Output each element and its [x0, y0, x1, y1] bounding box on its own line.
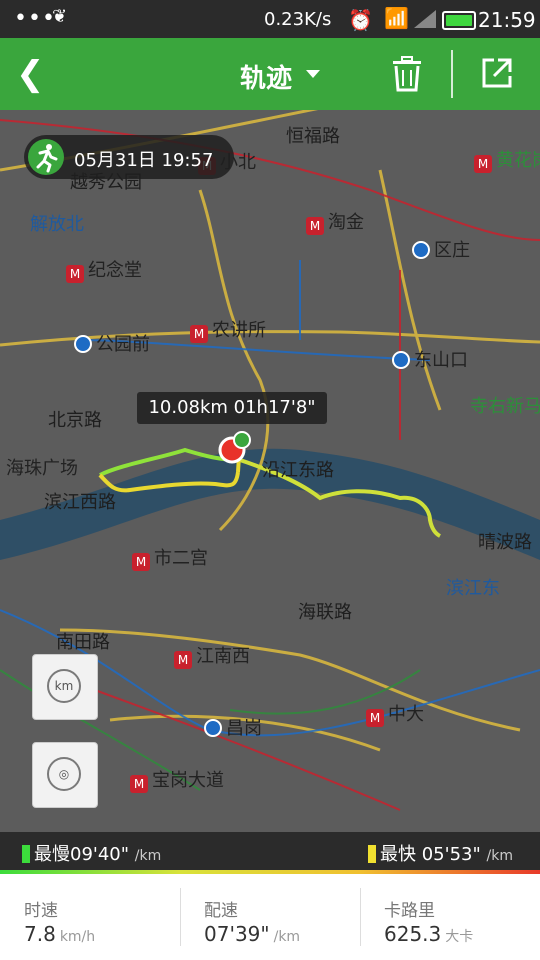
route-summary: 10.08km 01h17'8"	[137, 392, 327, 424]
map-label: 区庄	[412, 236, 470, 262]
more-dots-icon: •••	[14, 6, 56, 31]
map-label: 海珠广场	[6, 458, 78, 479]
stat-pace: 配速 07'39"/km	[204, 901, 301, 946]
map-label: M 淘金	[306, 208, 364, 235]
app-bar: ❮ 轨迹	[0, 38, 540, 110]
stats-panel: 时速 7.8 km/h 配速 07'39"/km 卡路里 625.3 大卡	[0, 874, 540, 960]
map-label: 滨江东	[446, 578, 500, 599]
map-label: 恒福路	[286, 126, 340, 147]
map-label: M黄花岗	[474, 146, 540, 173]
start-marker-icon	[233, 431, 251, 449]
map-label: M 中大	[366, 700, 424, 727]
map-label: 晴波路	[478, 532, 532, 553]
map-label: 东山口	[392, 346, 468, 372]
trash-icon[interactable]	[390, 56, 424, 92]
map-label: 北京路	[48, 410, 102, 431]
wifi-icon: 📶	[384, 6, 409, 30]
share-icon[interactable]	[480, 56, 514, 90]
stat-speed: 时速 7.8 km/h	[24, 901, 96, 946]
slow-color-swatch	[22, 845, 30, 863]
workout-date: 05月31日 19:57	[74, 150, 214, 171]
fastest-pace: 最快 05'53" /km	[368, 840, 513, 866]
map-label: 解放北	[30, 214, 84, 235]
clock: 21:59	[478, 8, 536, 32]
app-notification-icon: ❦	[52, 6, 68, 27]
network-speed: 0.23K/s	[264, 9, 332, 30]
running-icon	[28, 139, 64, 175]
pace-legend: 最慢09'40" /km 最快 05'53" /km	[0, 832, 540, 870]
battery-icon	[442, 11, 476, 30]
crosshair-icon: ◎	[47, 757, 81, 791]
map-label: 沿江东路	[262, 460, 334, 481]
slowest-pace: 最慢09'40" /km	[22, 840, 161, 866]
map-label: 昌岗	[204, 714, 262, 740]
date-pill: 05月31日 19:57	[24, 135, 234, 179]
map-label: M 农讲所	[190, 316, 266, 343]
map-label: 滨江西路	[44, 492, 116, 513]
map-label: M 市二宫	[132, 544, 208, 571]
chevron-down-icon[interactable]	[306, 70, 320, 78]
divider	[451, 50, 453, 98]
map-view[interactable]: 恒福路 M小北 M淘金 区庄 M纪念堂 公园前 M农讲所 东山口 北京路 海珠广…	[0, 110, 540, 832]
km-icon: km	[47, 669, 81, 703]
map-label: M 江南西	[174, 642, 250, 669]
status-bar: ••• ❦ 0.23K/s ⏰ 📶 21:59	[0, 0, 540, 38]
alarm-icon: ⏰	[348, 8, 373, 32]
map-label: M 纪念堂	[66, 256, 142, 283]
fast-color-swatch	[368, 845, 376, 863]
map-label: M 宝岗大道	[130, 766, 224, 793]
map-label: 公园前	[74, 330, 150, 356]
map-label: 寺右新马	[470, 396, 540, 417]
map-label: 海联路	[298, 602, 352, 623]
locate-button[interactable]: ◎	[32, 742, 98, 808]
stat-calories: 卡路里 625.3 大卡	[384, 901, 474, 946]
page-title[interactable]: 轨迹	[240, 58, 292, 95]
signal-icon	[414, 10, 436, 28]
map-label: 南田路	[56, 632, 110, 653]
distance-markers-button[interactable]: km	[32, 654, 98, 720]
back-icon[interactable]: ❮	[16, 54, 46, 94]
